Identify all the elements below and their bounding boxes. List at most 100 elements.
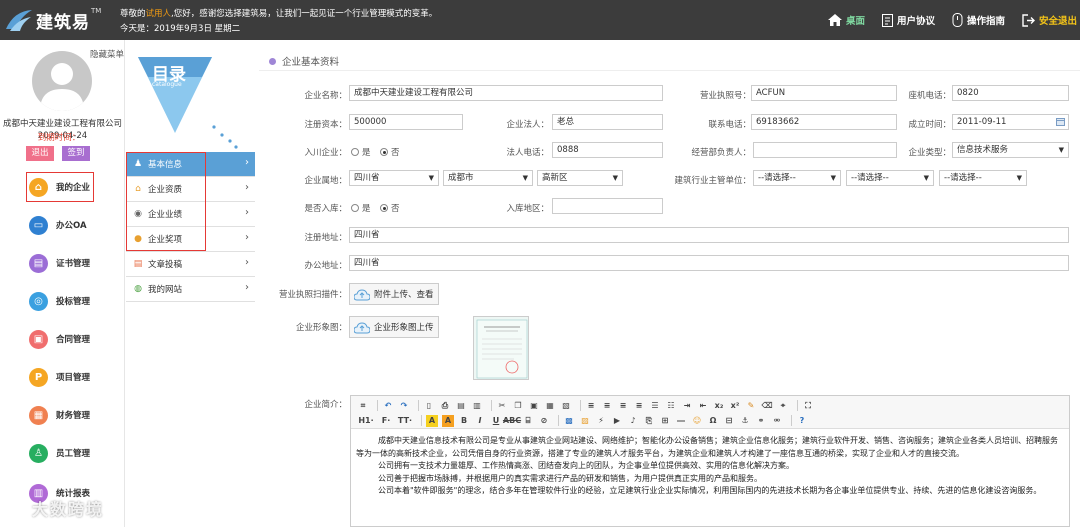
license-upload-button[interactable]: 附件上传、查看 — [349, 283, 439, 305]
nav-guide[interactable]: 操作指南 — [952, 13, 1005, 27]
line-height-icon[interactable]: ⌸ — [522, 415, 534, 427]
redo-icon[interactable]: ↷ — [398, 400, 410, 412]
sidebar-item-contract[interactable]: ▣ 合同管理 — [29, 324, 90, 354]
certificate-thumbnail[interactable] — [473, 316, 529, 380]
contact-phone-field[interactable]: 69183662 — [751, 114, 897, 130]
source-icon[interactable]: ⌗ — [357, 400, 369, 412]
subscript-icon[interactable]: x₂ — [713, 400, 725, 412]
code-icon[interactable]: ▥ — [471, 400, 483, 412]
rich-text-editor[interactable]: ⌗ ↶ ↷ ▯ ⎙ ▤ ▥ ✂ ❐ ▣ ▦ ▧ ≡ ≡ ≡ ≡ ☰ ☷ ⇥ ⇤ x₂ x² ✎ ⌫ ⌖ ⛶ H1· F·… — [350, 395, 1070, 527]
page-break-icon[interactable]: ⊟ — [723, 415, 735, 427]
multi-image-icon[interactable]: ▨ — [579, 415, 591, 427]
audio-icon[interactable]: ♪ — [627, 415, 639, 427]
clear-format-icon[interactable]: ⌫ — [761, 400, 773, 412]
type-select[interactable]: 信息技术服务 ▼ — [952, 142, 1069, 158]
link-icon[interactable]: ⚭ — [755, 415, 767, 427]
anchor-icon[interactable]: ⚓ — [739, 415, 751, 427]
capital-field[interactable]: 500000 — [349, 114, 463, 130]
hide-menu-link[interactable]: 隐藏菜单 — [90, 48, 124, 60]
db-region-field[interactable] — [552, 198, 663, 214]
outdent-icon[interactable]: ⇤ — [697, 400, 709, 412]
nav-desktop[interactable]: 桌面 — [827, 13, 865, 27]
preview-icon[interactable]: ▯ — [423, 400, 435, 412]
cut-icon[interactable]: ✂ — [496, 400, 508, 412]
logo-tm: TM — [91, 7, 102, 15]
catalog-item-website[interactable]: ◍ 我的网站 › — [126, 277, 255, 302]
special-char-icon[interactable]: Ω — [707, 415, 719, 427]
print-icon[interactable]: ⎙ — [439, 400, 451, 412]
undo-icon[interactable]: ↶ — [382, 400, 394, 412]
paste-text-icon[interactable]: ▦ — [544, 400, 556, 412]
province-select[interactable]: 四川省 ▼ — [349, 170, 439, 186]
sidebar-item-project[interactable]: P 项目管理 — [29, 362, 90, 392]
help-icon[interactable]: ? — [796, 415, 808, 427]
paste-word-icon[interactable]: ▧ — [560, 400, 572, 412]
authority-select-1[interactable]: --请选择-- ▼ — [753, 170, 841, 186]
district-select[interactable]: 高新区 ▼ — [537, 170, 623, 186]
sidebar-item-certificate[interactable]: ▤ 证书管理 — [29, 248, 90, 278]
font-color-icon[interactable]: A — [426, 414, 438, 427]
media-icon[interactable]: ▶ — [611, 415, 623, 427]
remove-format-icon[interactable]: ⊘ — [538, 415, 550, 427]
ordered-list-icon[interactable]: ☰ — [649, 400, 661, 412]
select-all-icon[interactable]: ⌖ — [777, 400, 789, 412]
fullscreen-icon[interactable]: ⛶ — [802, 400, 814, 412]
catalog-item-article[interactable]: ▤ 文章投稿 › — [126, 252, 255, 277]
authority-select-2[interactable]: --请选择-- ▼ — [846, 170, 934, 186]
align-left-icon[interactable]: ≡ — [585, 400, 597, 412]
underline-icon[interactable]: U — [490, 415, 502, 427]
bold-icon[interactable]: B — [458, 415, 470, 427]
sidebar-item-staff[interactable]: ♙ 员工管理 — [29, 438, 90, 468]
bid-icon: ◎ — [29, 291, 48, 311]
sidebar-item-finance[interactable]: ▦ 财务管理 — [29, 400, 90, 430]
authority-select-3[interactable]: --请选择-- ▼ — [939, 170, 1027, 186]
font-size-icon[interactable]: TT· — [397, 415, 413, 427]
office-address-field[interactable]: 四川省 — [349, 255, 1069, 271]
sidebar-item-bid[interactable]: ◎ 投标管理 — [29, 286, 90, 316]
highlight-color-icon[interactable]: A — [442, 414, 454, 427]
heading-icon[interactable]: H1· — [357, 415, 375, 427]
table-icon[interactable]: ⊞ — [659, 415, 671, 427]
strikethrough-icon[interactable]: ABC — [503, 415, 521, 427]
in-db-yes-radio[interactable]: 是 — [351, 202, 371, 214]
indent-icon[interactable]: ⇥ — [681, 400, 693, 412]
italic-icon[interactable]: I — [474, 415, 486, 427]
nav-logout[interactable]: 安全退出 — [1022, 13, 1077, 27]
sidebar-item-oa[interactable]: ▭ 办公OA — [29, 210, 87, 240]
emoticon-icon[interactable]: ☺ — [691, 415, 703, 427]
align-right-icon[interactable]: ≡ — [617, 400, 629, 412]
unordered-list-icon[interactable]: ☷ — [665, 400, 677, 412]
logout-button[interactable]: 退出 — [26, 146, 54, 161]
hr-icon[interactable]: ― — [675, 415, 687, 427]
align-center-icon[interactable]: ≡ — [601, 400, 613, 412]
founded-field[interactable]: 2011-09-11 — [952, 114, 1069, 130]
attachment-icon[interactable]: ⎘ — [643, 415, 655, 427]
reg-address-field[interactable]: 四川省 — [349, 227, 1069, 243]
legal-person-field[interactable]: 老总 — [552, 114, 663, 130]
legal-phone-field[interactable]: 0888 — [552, 142, 663, 158]
image-upload-button[interactable]: 企业形象图上传 — [349, 316, 439, 338]
joined-no-radio[interactable]: 否 — [380, 146, 400, 158]
in-db-no-radio[interactable]: 否 — [380, 202, 400, 214]
city-select[interactable]: 成都市 ▼ — [443, 170, 533, 186]
flash-icon[interactable]: ⚡ — [595, 415, 607, 427]
joined-yes-radio[interactable]: 是 — [351, 146, 371, 158]
image-icon[interactable]: ▩ — [563, 415, 575, 427]
align-justify-icon[interactable]: ≡ — [633, 400, 645, 412]
editor-content[interactable]: 成都中天建业信息技术有限公司是专业从事建筑企业网站建设、网络维护；智能化办公设备… — [351, 430, 1069, 503]
superscript-icon[interactable]: x² — [729, 400, 741, 412]
brush-icon[interactable]: ✎ — [745, 400, 757, 412]
checkin-button[interactable]: 签到 — [62, 146, 90, 161]
landline-field[interactable]: 0820 — [952, 85, 1069, 101]
nav-agreement[interactable]: 用户协议 — [881, 13, 935, 27]
company-name-field[interactable]: 成都中天建业建设工程有限公司 — [349, 85, 663, 101]
section-title: 企业基本资料 — [282, 57, 340, 68]
logo[interactable]: 建筑易 — [4, 6, 90, 34]
manager-field[interactable] — [753, 142, 897, 158]
font-family-icon[interactable]: F· — [379, 415, 393, 427]
license-no-field[interactable]: ACFUN — [751, 85, 897, 101]
copy-icon[interactable]: ❐ — [512, 400, 524, 412]
unlink-icon[interactable]: ⚮ — [771, 415, 783, 427]
template-icon[interactable]: ▤ — [455, 400, 467, 412]
paste-icon[interactable]: ▣ — [528, 400, 540, 412]
